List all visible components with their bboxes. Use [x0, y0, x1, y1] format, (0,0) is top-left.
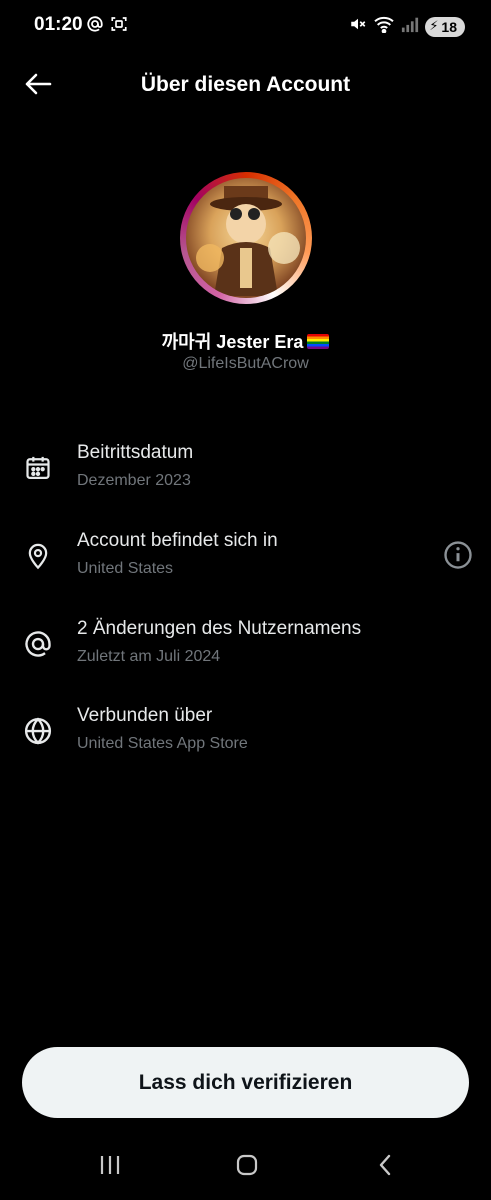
- wifi-icon: [373, 15, 395, 38]
- nav-back-button[interactable]: [365, 1150, 405, 1184]
- rainbow-flag-icon: [307, 334, 330, 349]
- info-row-username-changes: 2 Änderungen des Nutzernamens Zuletzt am…: [0, 618, 491, 682]
- mute-icon: [349, 15, 367, 38]
- battery-icon: ⚡ 18: [425, 16, 465, 37]
- recent-apps-button[interactable]: [90, 1150, 130, 1184]
- home-button[interactable]: [227, 1150, 267, 1184]
- signal-icon: [401, 15, 419, 38]
- screenshot-icon: [110, 15, 128, 38]
- handle: @LifeIsButACrow: [182, 355, 309, 372]
- info-subtitle: Dezember 2023: [77, 472, 191, 489]
- info-subtitle: United States: [77, 560, 174, 577]
- info-subtitle: United States App Store: [77, 735, 248, 752]
- status-right-icons: ⚡ 18: [349, 15, 465, 38]
- location-pin-icon: [22, 540, 54, 572]
- avatar[interactable]: [180, 172, 312, 304]
- info-subtitle: Zuletzt am Juli 2024: [77, 648, 221, 665]
- info-title: Beitrittsdatum: [77, 442, 194, 463]
- navigation-bar: [0, 1140, 491, 1200]
- location-info-button[interactable]: [441, 540, 475, 574]
- header: Über diesen Account: [0, 60, 491, 112]
- info-icon: [443, 540, 473, 575]
- avatar-image: [186, 178, 306, 298]
- recent-apps-icon: [98, 1154, 122, 1181]
- info-row-join-date: Beitrittsdatum Dezember 2023: [0, 442, 491, 506]
- info-row-location: Account befindet sich in United States: [0, 530, 491, 594]
- display-name-text: 까마귀 Jester Era: [161, 332, 304, 352]
- home-icon: [235, 1153, 259, 1182]
- at-icon: [86, 15, 104, 38]
- status-left-icons: [86, 15, 128, 38]
- info-row-connected-via: Verbunden über United States App Store: [0, 705, 491, 769]
- at-sign-icon: [22, 628, 54, 660]
- back-icon: [377, 1153, 393, 1182]
- verify-button[interactable]: Lass dich verifizieren: [22, 1047, 469, 1118]
- display-name: 까마귀 Jester Era: [0, 328, 491, 354]
- info-title: Account befindet sich in: [77, 530, 278, 551]
- calendar-icon: [22, 452, 54, 484]
- battery-level: 18: [441, 18, 457, 35]
- info-title: Verbunden über: [77, 705, 213, 726]
- page-title: Über diesen Account: [140, 73, 351, 96]
- info-title: 2 Änderungen des Nutzernamens: [77, 618, 362, 639]
- status-time: 01:20: [34, 14, 83, 35]
- status-bar: 01:20 ⚡ 18: [0, 0, 491, 52]
- globe-icon: [22, 715, 54, 747]
